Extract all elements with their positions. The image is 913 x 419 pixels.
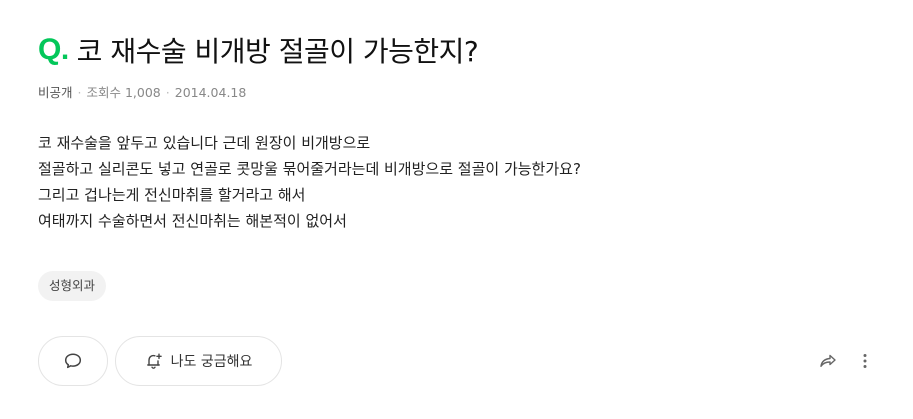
post-date: 2014.04.18 bbox=[174, 85, 247, 100]
more-vertical-icon[interactable] bbox=[855, 351, 875, 371]
question-meta: 비공개 · 조회수 1,008 · 2014.04.18 bbox=[38, 82, 246, 101]
comment-bubble-icon bbox=[63, 351, 83, 371]
author-name: 비공개 bbox=[38, 85, 73, 100]
question-body: 코 재수술을 앞두고 있습니다 근데 원장이 비개방으로 절골하고 실리콘도 넣… bbox=[38, 130, 581, 234]
category-tag[interactable]: 성형외과 bbox=[38, 271, 107, 301]
question-title: Q. 코 재수술 비개방 절골이 가능한지? bbox=[38, 30, 479, 70]
body-line: 코 재수술을 앞두고 있습니다 근데 원장이 비개방으로 bbox=[38, 134, 371, 152]
meta-separator: · bbox=[165, 85, 170, 100]
body-line: 그리고 겁나는게 전신마취를 할거라고 해서 bbox=[38, 186, 306, 204]
curious-button-label: 나도 궁금해요 bbox=[170, 354, 253, 370]
view-count: 조회수 1,008 bbox=[86, 85, 161, 100]
share-arrow-icon[interactable] bbox=[817, 351, 839, 371]
question-mark-label: Q. bbox=[38, 33, 69, 66]
curious-button[interactable]: 나도 궁금해요 bbox=[115, 336, 282, 386]
meta-separator: · bbox=[77, 85, 82, 100]
body-line: 여태까지 수술하면서 전신마취는 해본적이 없어서 bbox=[38, 212, 347, 230]
bell-plus-icon bbox=[145, 352, 163, 370]
comment-button[interactable] bbox=[38, 336, 108, 386]
body-line: 절골하고 실리콘도 넣고 연골로 콧망울 묶어줄거라는데 비개방으로 절골이 가… bbox=[38, 160, 581, 178]
question-title-text: 코 재수술 비개방 절골이 가능한지? bbox=[76, 35, 479, 68]
